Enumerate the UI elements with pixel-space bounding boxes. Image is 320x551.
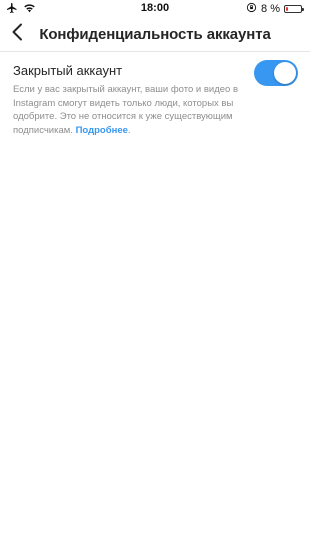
learn-more-link[interactable]: Подробнее bbox=[76, 125, 128, 136]
toggle-knob bbox=[274, 62, 296, 84]
battery-icon bbox=[284, 5, 304, 13]
battery-level-fill bbox=[286, 7, 288, 11]
status-right-icons: 8 % bbox=[246, 2, 304, 16]
screen: 18:00 8 % Конфиденциальность аккаунта За… bbox=[0, 0, 310, 551]
page-title: Конфиденциальность аккаунта bbox=[39, 26, 271, 43]
nav-header: Конфиденциальность аккаунта bbox=[0, 18, 310, 52]
battery-percent: 8 % bbox=[261, 3, 280, 15]
private-account-toggle[interactable] bbox=[254, 60, 298, 86]
private-account-description: Если у вас закрытый аккаунт, ваши фото и… bbox=[13, 84, 239, 136]
status-bar: 18:00 8 % bbox=[0, 0, 310, 18]
battery-cap bbox=[302, 8, 304, 11]
orientation-lock-icon bbox=[246, 2, 257, 16]
